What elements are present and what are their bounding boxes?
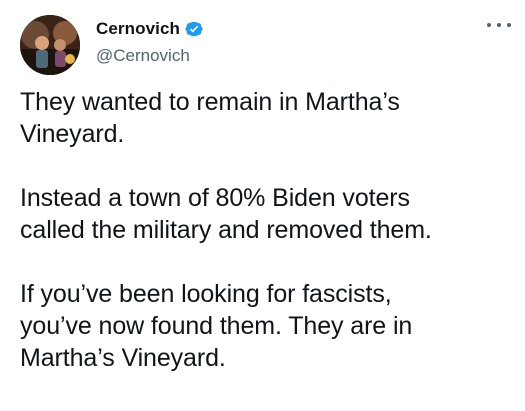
avatar-image bbox=[20, 15, 80, 75]
display-name[interactable]: Cernovich bbox=[96, 19, 180, 39]
tweet-card: Cernovich @Cernovich They wanted to rema… bbox=[0, 0, 525, 411]
tweet-text: They wanted to remain in Martha’s Vineya… bbox=[20, 86, 515, 374]
tweet-paragraph: If you’ve been looking for fascists, you… bbox=[20, 280, 413, 372]
verified-badge-icon bbox=[184, 19, 204, 39]
tweet-paragraph: They wanted to remain in Martha’s Vineya… bbox=[20, 88, 400, 148]
avatar[interactable] bbox=[20, 15, 80, 75]
more-options-icon[interactable] bbox=[487, 20, 511, 30]
handle[interactable]: @Cernovich bbox=[96, 46, 204, 66]
tweet-paragraph: Instead a town of 80% Biden voters calle… bbox=[20, 184, 432, 244]
author-block: Cernovich @Cernovich bbox=[96, 18, 204, 66]
name-row: Cernovich bbox=[96, 18, 204, 40]
